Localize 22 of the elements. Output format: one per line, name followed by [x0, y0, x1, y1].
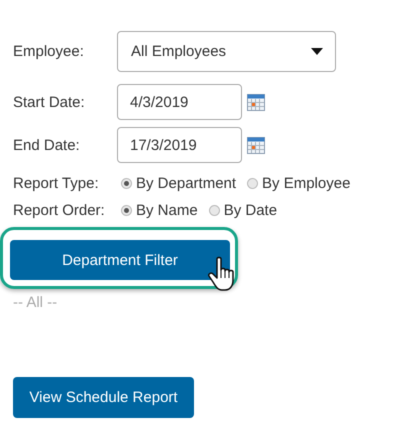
view-report-button[interactable]: View Schedule Report — [13, 377, 194, 418]
calendar-icon[interactable] — [247, 94, 265, 110]
employee-dropdown[interactable]: All Employees — [117, 31, 336, 72]
field-label: Report Order: — [13, 202, 106, 219]
radio-option[interactable]: By Name — [121, 202, 198, 219]
filter-value: -- All -- — [13, 294, 58, 311]
field-label: Start Date: — [13, 94, 86, 110]
field-label: End Date: — [13, 136, 81, 154]
caret-icon — [311, 48, 323, 55]
radio-button[interactable] — [121, 178, 132, 189]
radio-option[interactable]: By Employee — [247, 175, 350, 192]
radio-option[interactable]: By Department — [121, 175, 236, 192]
date-field[interactable]: 17/3/2019 — [117, 127, 242, 163]
calendar-icon[interactable] — [247, 136, 265, 154]
radio-option[interactable]: By Date — [208, 202, 278, 219]
radio-button[interactable] — [121, 205, 132, 216]
field-label: Employee: — [13, 43, 85, 60]
field-label: Report Type: — [13, 175, 100, 192]
radio-button[interactable] — [208, 205, 220, 216]
radio-button[interactable] — [247, 178, 258, 189]
department-filter-button[interactable]: Department Filter — [10, 240, 230, 280]
date-field[interactable]: 4/3/2019 — [117, 84, 242, 120]
